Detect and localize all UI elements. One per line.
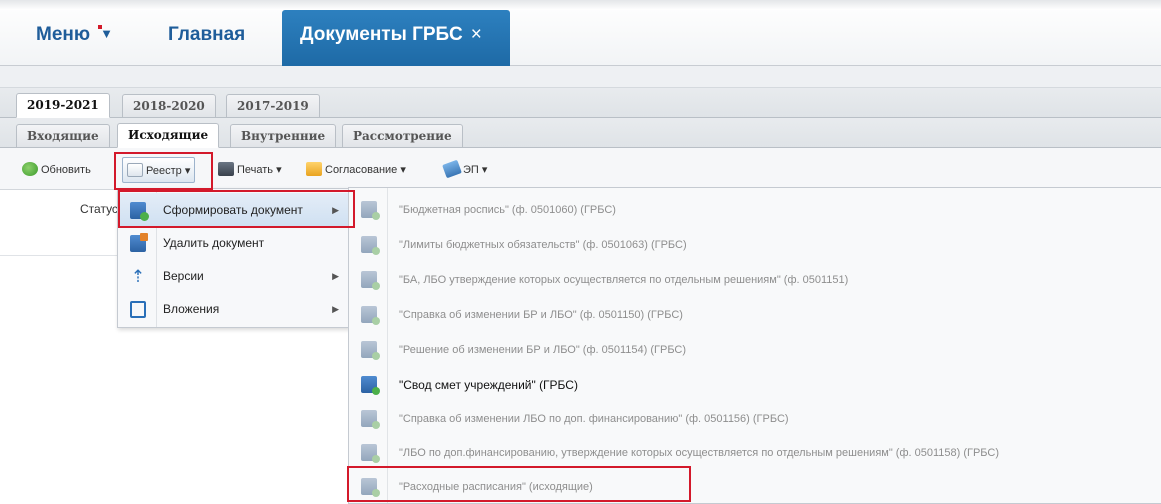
- attachments-icon: [130, 301, 146, 318]
- approval-button[interactable]: Согласование ▾: [306, 161, 406, 179]
- document-form-icon: [361, 444, 380, 463]
- create-document-icon: [130, 202, 149, 221]
- submenu-item-label: "Свод смет учреждений" (ГРБС): [399, 378, 578, 392]
- submenu-item-budget-limits[interactable]: "Лимиты бюджетных обязательств" (ф. 0501…: [349, 227, 1161, 263]
- tab-review[interactable]: Рассмотрение: [342, 124, 463, 148]
- nav-menu-label: Меню: [36, 24, 91, 45]
- chevron-down-icon: ▾: [481, 164, 488, 176]
- submenu-item-additional-financing-certificate[interactable]: "Справка об изменении ЛБО по доп. финанс…: [349, 401, 1161, 437]
- submenu-item-label: "Лимиты бюджетных обязательств" (ф. 0501…: [399, 239, 687, 251]
- submenu-arrow-icon: ▶: [332, 205, 339, 215]
- pen-icon: [442, 159, 462, 179]
- menu-item-label: Вложения: [163, 302, 220, 316]
- submenu-item-label: "Расходные расписания" (исходящие): [399, 481, 593, 493]
- submenu-item-label: "Справка об изменении ЛБО по доп. финанс…: [399, 413, 789, 425]
- chevron-down-icon: ▾: [276, 164, 282, 176]
- tab-grbs-documents-label: Документы ГРБС: [300, 24, 463, 45]
- submenu-item-estimates-summary[interactable]: "Свод смет учреждений" (ГРБС): [349, 367, 1161, 403]
- submenu-item-label: "ЛБО по доп.финансированию, утверждение …: [399, 447, 1000, 459]
- document-form-icon: [361, 341, 380, 360]
- submenu-item-budget-allocation[interactable]: "Бюджетная роспись" (ф. 0501060) (ГРБС): [349, 192, 1161, 228]
- chevron-down-icon: ▾: [184, 165, 191, 177]
- document-form-icon: [361, 410, 380, 429]
- menu-item-versions[interactable]: ⇡ Версии ▶: [118, 259, 349, 293]
- document-form-icon: [361, 271, 380, 290]
- menu-item-create-document[interactable]: Сформировать документ ▶: [118, 193, 349, 227]
- top-navigation-bar: Меню ▼ Главная Документы ГРБС ×: [0, 0, 1161, 66]
- submenu-item-expense-schedules[interactable]: "Расходные расписания" (исходящие): [349, 469, 1161, 504]
- tab-year-2019-2021[interactable]: 2019-2021: [16, 93, 110, 118]
- tab-internal[interactable]: Внутренние: [230, 124, 337, 148]
- document-form-icon: [361, 478, 380, 497]
- registry-context-menu: Сформировать документ ▶ Удалить документ…: [117, 188, 350, 328]
- submenu-item-change-decision[interactable]: "Решение об изменении БР и ЛБО" (ф. 0501…: [349, 332, 1161, 368]
- delete-document-icon: [130, 233, 148, 252]
- registry-icon: [127, 163, 143, 177]
- document-form-icon: [361, 236, 380, 255]
- submenu-item-label: "Решение об изменении БР и ЛБО" (ф. 0501…: [399, 344, 687, 356]
- tab-year-2017-2019[interactable]: 2017-2019: [226, 94, 320, 118]
- submenu-arrow-icon: ▶: [332, 271, 339, 281]
- header-band: [0, 66, 1161, 88]
- submenu-item-label: "БА, ЛБО утверждение которых осуществляе…: [399, 274, 849, 286]
- topbar-shadow: [0, 0, 1161, 10]
- chevron-down-icon: ▼: [100, 26, 113, 41]
- submenu-item-label: "Справка об изменении БР и ЛБО" (ф. 0501…: [399, 309, 683, 321]
- approval-label: Согласование: [325, 164, 398, 176]
- menu-item-delete-document[interactable]: Удалить документ: [118, 226, 349, 260]
- submenu-item-additional-financing-decisions[interactable]: "ЛБО по доп.финансированию, утверждение …: [349, 435, 1161, 471]
- document-form-icon: [361, 306, 380, 325]
- column-header-status[interactable]: Статус: [80, 202, 118, 216]
- refresh-icon: [22, 162, 38, 176]
- submenu-arrow-icon: ▶: [332, 304, 339, 314]
- nav-home-link[interactable]: Главная: [168, 24, 245, 46]
- chevron-down-icon: ▾: [400, 164, 406, 176]
- close-icon[interactable]: ×: [471, 24, 482, 45]
- submenu-item-change-certificate[interactable]: "Справка об изменении БР и ЛБО" (ф. 0501…: [349, 297, 1161, 333]
- tab-outgoing[interactable]: Исходящие: [117, 123, 220, 148]
- menu-item-label: Удалить документ: [163, 236, 265, 250]
- toolbar: Обновить Реестр ▾ Печать ▾ Согласование …: [0, 148, 1161, 190]
- menu-item-attachments[interactable]: Вложения ▶: [118, 292, 349, 326]
- tab-incoming[interactable]: Входящие: [16, 124, 110, 148]
- folder-icon: [306, 162, 322, 176]
- refresh-button[interactable]: Обновить: [22, 161, 91, 179]
- refresh-label: Обновить: [41, 164, 91, 176]
- print-label: Печать: [237, 164, 274, 176]
- registry-label: Реестр: [146, 165, 182, 177]
- document-form-icon: [361, 376, 380, 395]
- signature-label: ЭП: [463, 164, 479, 176]
- document-form-icon: [361, 201, 380, 220]
- year-tab-strip: 2019-2021 2018-2020 2017-2019: [0, 88, 1161, 118]
- required-marker: [98, 25, 102, 29]
- printer-icon: [218, 162, 234, 176]
- create-document-submenu: "Бюджетная роспись" (ф. 0501060) (ГРБС) …: [348, 187, 1161, 504]
- print-button[interactable]: Печать ▾: [218, 161, 282, 179]
- registry-button[interactable]: Реестр ▾: [122, 157, 196, 183]
- digital-signature-button[interactable]: ЭП ▾: [442, 159, 488, 179]
- submenu-item-separate-decisions[interactable]: "БА, ЛБО утверждение которых осуществляе…: [349, 262, 1161, 298]
- versions-icon: ⇡: [130, 267, 146, 286]
- submenu-item-label: "Бюджетная роспись" (ф. 0501060) (ГРБС): [399, 204, 616, 216]
- menu-item-label: Версии: [163, 269, 204, 283]
- document-tab-strip: Входящие Исходящие Внутренние Рассмотрен…: [0, 118, 1161, 148]
- tab-year-2018-2020[interactable]: 2018-2020: [122, 94, 216, 118]
- tab-grbs-documents[interactable]: Документы ГРБС ×: [282, 10, 510, 66]
- menu-item-label: Сформировать документ: [163, 203, 303, 217]
